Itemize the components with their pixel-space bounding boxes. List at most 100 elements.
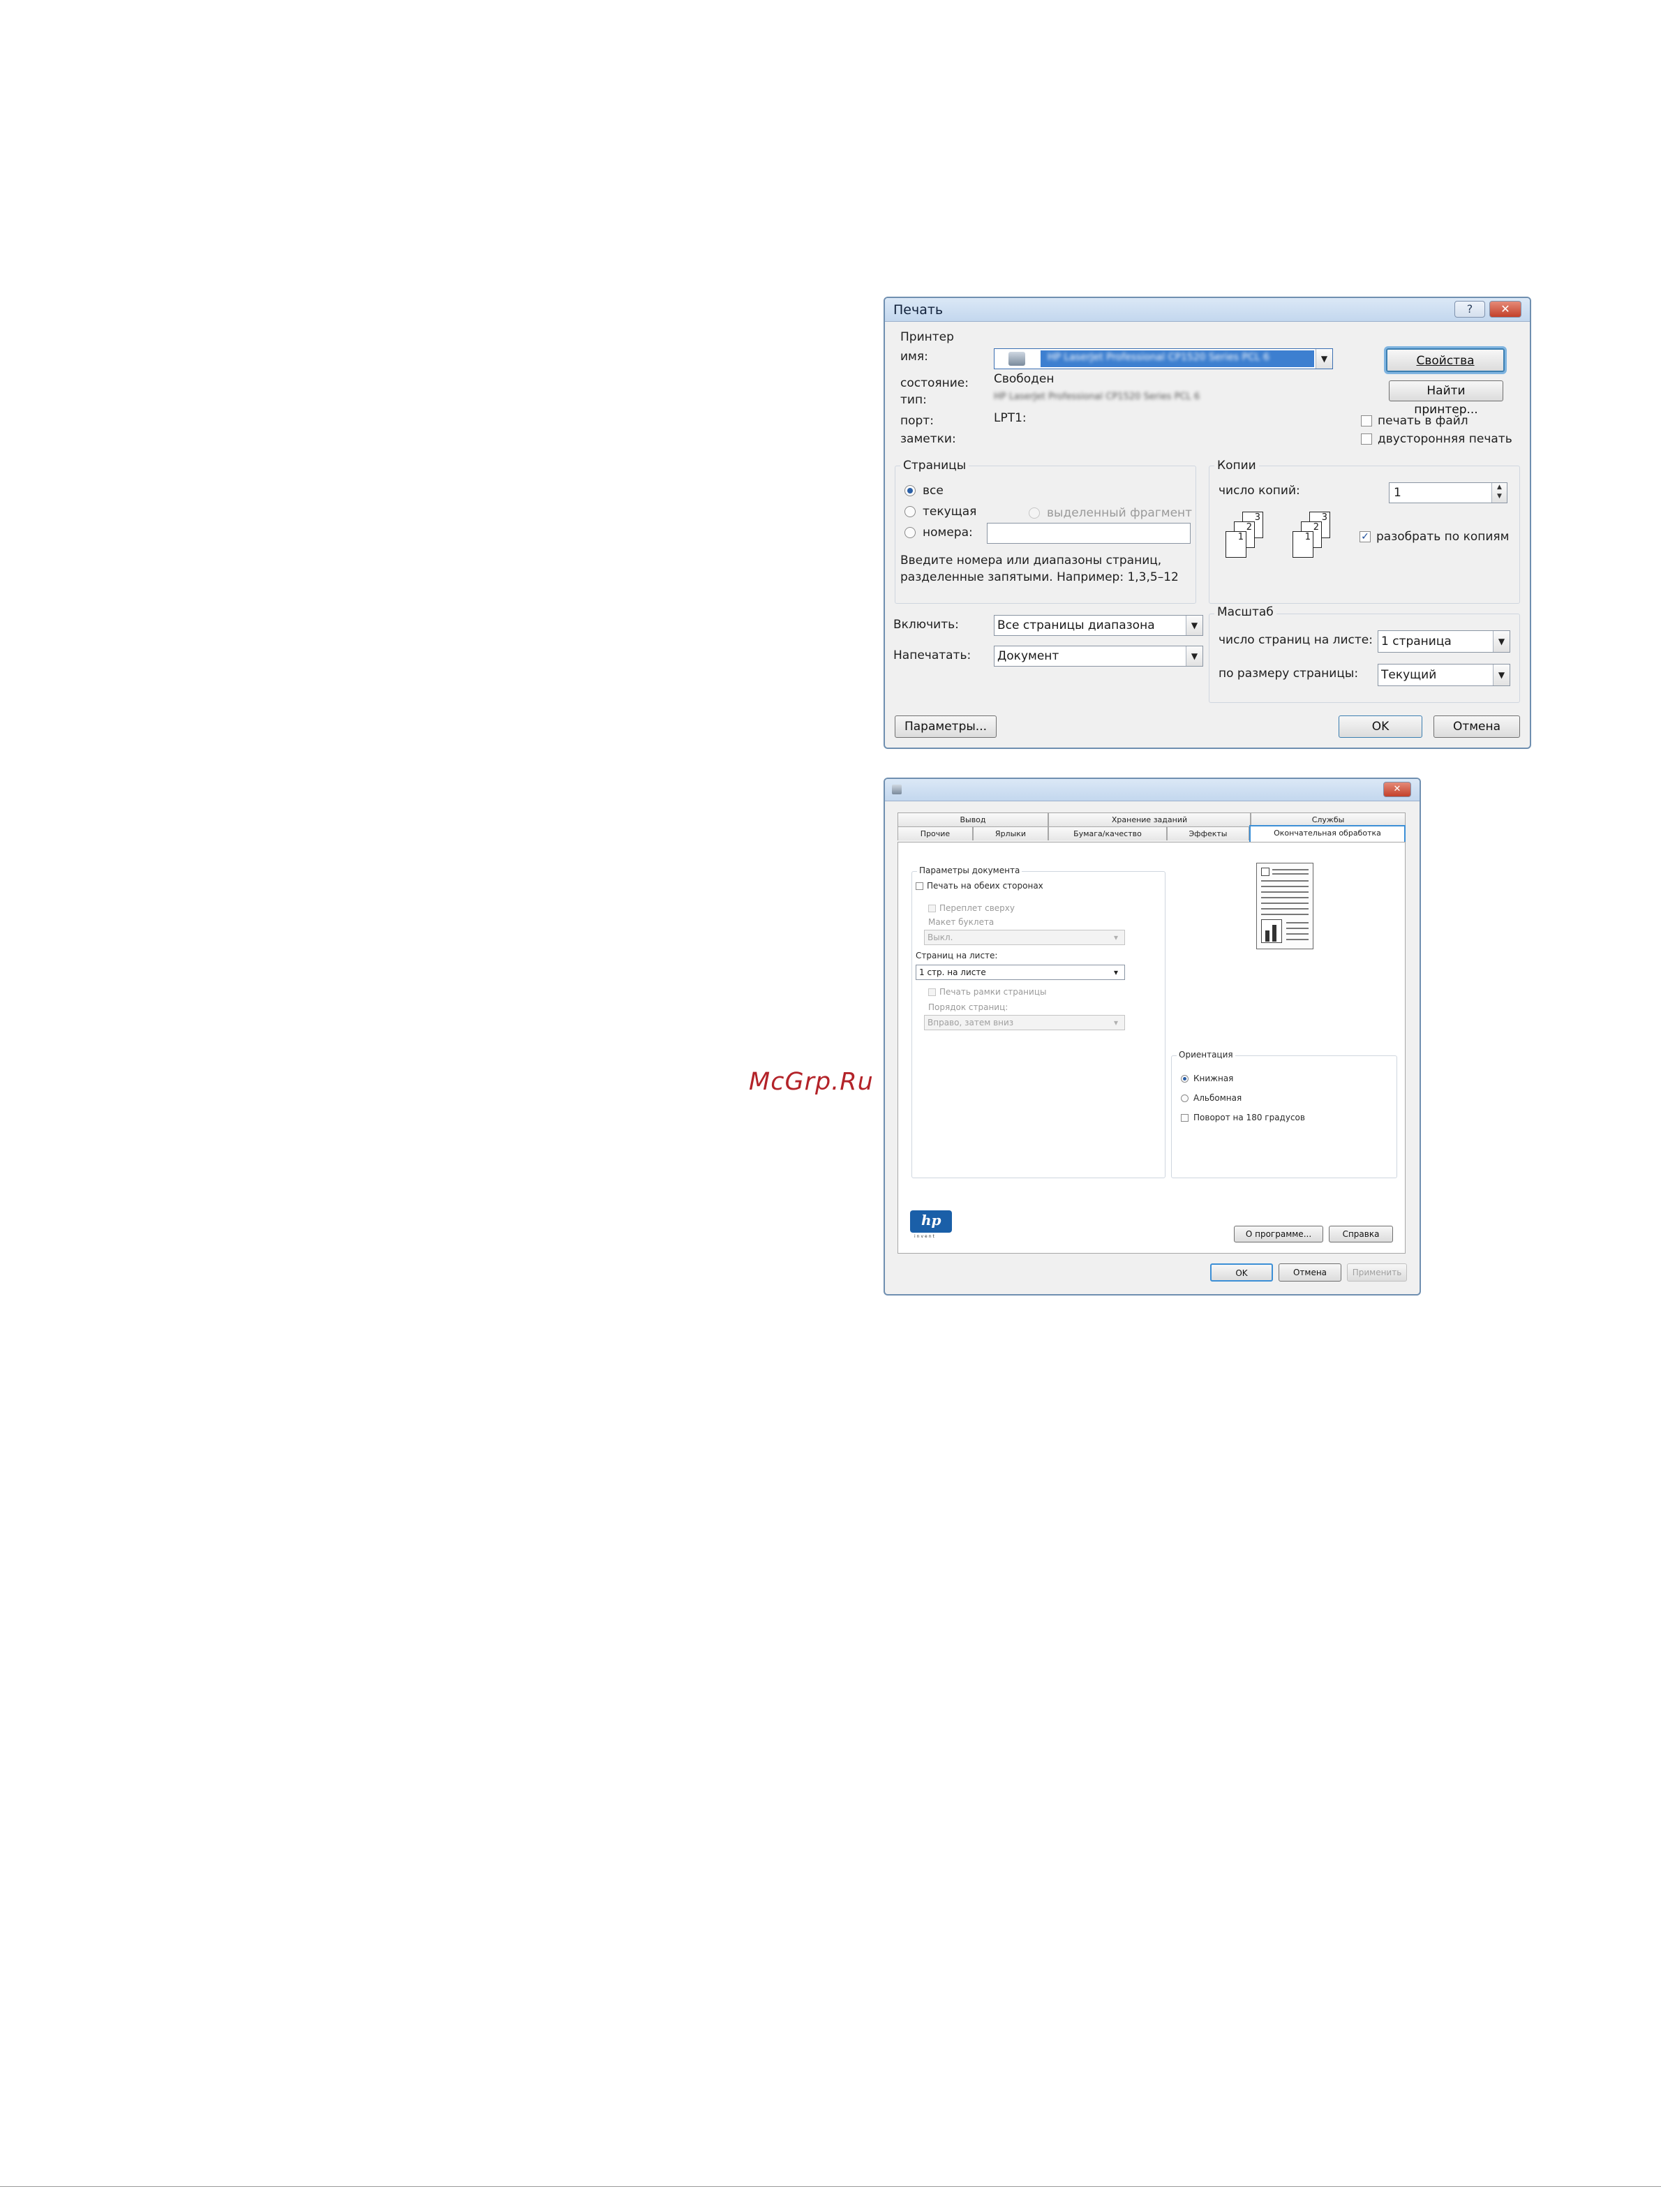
tab-other[interactable]: Прочие	[897, 826, 973, 840]
pages-per-sheet-select[interactable]: 1 стр. на листе ▾	[916, 965, 1125, 980]
selection-label: выделенный фрагмент	[1047, 506, 1193, 520]
copies-value: 1	[1394, 486, 1401, 500]
pages-per-sheet-label: Страниц на листе:	[916, 951, 998, 960]
print-both-sides-label: Печать на обеих сторонах	[927, 881, 1043, 891]
tab-effects[interactable]: Эффекты	[1167, 826, 1249, 840]
printer-icon	[892, 785, 902, 794]
print-to-file-checkbox[interactable]	[1361, 415, 1372, 426]
scale-select[interactable]: Текущий ▼	[1378, 664, 1510, 686]
print-both-sides-checkbox[interactable]	[916, 882, 923, 890]
printer-name-select[interactable]: HP LaserJet Professional CP1520 Series P…	[994, 348, 1333, 369]
document-options-label: Параметры документа	[917, 866, 1022, 875]
tab-output[interactable]: Вывод	[897, 812, 1048, 826]
chevron-down-icon[interactable]: ▾	[1108, 965, 1124, 979]
tab-paper-quality[interactable]: Бумага/качество	[1048, 826, 1167, 840]
about-button[interactable]: О программе...	[1234, 1226, 1323, 1242]
collate-checkbox[interactable]: ✓	[1360, 531, 1371, 542]
properties-button[interactable]: Свойства	[1386, 348, 1505, 372]
include-select[interactable]: Все страницы диапазона ▼	[994, 615, 1203, 636]
tab-finishing[interactable]: Окончательная обработка	[1249, 825, 1406, 842]
selection-radio[interactable]	[1029, 507, 1040, 519]
apply-button[interactable]: Применить	[1347, 1263, 1407, 1282]
current-page-radio[interactable]	[904, 506, 916, 517]
pages-hint-line-2: разделенные запятыми. Например: 1,3,5–12	[900, 570, 1179, 584]
booklet-layout-select[interactable]: Выкл. ▾	[924, 930, 1125, 945]
pages-per-sheet-label: число страниц на листе:	[1219, 633, 1373, 647]
find-printer-button[interactable]: Найти принтер...	[1389, 380, 1503, 417]
current-page-label: текущая	[923, 505, 977, 519]
help-icon[interactable]: ?	[1454, 301, 1485, 318]
copies-input[interactable]: 1 ▲ ▼	[1389, 482, 1507, 503]
watermark-text: McGrp.Ru	[749, 1068, 874, 1096]
pages-per-sheet-value: 1 страница	[1381, 634, 1452, 648]
status-label: состояние:	[900, 376, 969, 390]
pages-hint-line-1: Введите номера или диапазоны страниц,	[900, 554, 1162, 567]
scale-label: по размеру страницы:	[1219, 667, 1359, 681]
print-dialog-title: Печать	[893, 302, 944, 318]
collate-stack-icon-2: 3 2 1	[1286, 512, 1348, 581]
help-button[interactable]: Справка	[1329, 1226, 1393, 1242]
cancel-button[interactable]: Отмена	[1433, 715, 1520, 738]
chevron-down-icon[interactable]: ▾	[1108, 1016, 1124, 1030]
collate-stack-icon: 3 2 1	[1219, 512, 1281, 581]
scale-value: Текущий	[1381, 668, 1437, 682]
pages-per-sheet-select[interactable]: 1 страница ▼	[1378, 630, 1510, 653]
rotate-180-checkbox[interactable]	[1181, 1114, 1189, 1122]
all-pages-label: все	[923, 484, 944, 498]
type-value: HP LaserJet Professional CP1520 Series P…	[994, 392, 1200, 402]
cancel-button[interactable]: Отмена	[1279, 1263, 1341, 1282]
ok-button[interactable]: OK	[1339, 715, 1422, 738]
printer-properties-dialog: ✕ Вывод Хранение заданий Службы Прочие Я…	[884, 778, 1421, 1296]
page-order-select[interactable]: Вправо, затем вниз ▾	[924, 1015, 1125, 1030]
page-numbers-input[interactable]	[987, 523, 1191, 544]
tab-services[interactable]: Службы	[1251, 812, 1406, 826]
landscape-radio[interactable]	[1181, 1094, 1189, 1102]
orientation-label: Ориентация	[1177, 1050, 1235, 1060]
port-value: LPT1:	[994, 411, 1027, 425]
print-page-borders-label: Печать рамки страницы	[939, 987, 1047, 997]
print-dialog: Печать ? ✕ Принтер имя: HP LaserJet Prof…	[884, 297, 1531, 749]
page-numbers-label: номера:	[923, 526, 973, 540]
print-what-label: Напечатать:	[893, 648, 971, 662]
port-label: порт:	[900, 414, 934, 428]
copies-spinner[interactable]: ▲ ▼	[1491, 483, 1507, 503]
close-icon[interactable]: ✕	[1383, 782, 1411, 797]
properties-titlebar: ✕	[885, 779, 1420, 801]
page-preview-icon	[1256, 863, 1313, 949]
portrait-label: Книжная	[1193, 1074, 1234, 1083]
zoom-group	[1209, 614, 1520, 703]
hp-logo: hp invent	[910, 1210, 952, 1241]
chevron-down-icon[interactable]: ▾	[1108, 930, 1124, 944]
pages-per-sheet-value: 1 стр. на листе	[919, 967, 986, 977]
printer-group-label: Принтер	[900, 330, 954, 344]
printer-icon	[1008, 352, 1025, 366]
portrait-radio[interactable]	[1181, 1075, 1189, 1083]
chevron-down-icon[interactable]: ▼	[1186, 646, 1202, 666]
chevron-down-icon[interactable]: ▼	[1316, 349, 1332, 369]
page-numbers-radio[interactable]	[904, 527, 916, 538]
landscape-label: Альбомная	[1193, 1093, 1242, 1103]
print-what-select[interactable]: Документ ▼	[994, 646, 1203, 667]
status-value: Свободен	[994, 372, 1055, 386]
ok-button[interactable]: OK	[1210, 1263, 1273, 1282]
pages-group-label: Страницы	[900, 459, 969, 473]
zoom-group-label: Масштаб	[1214, 605, 1276, 619]
tab-shortcuts[interactable]: Ярлыки	[973, 826, 1048, 840]
printer-name-value: HP LaserJet Professional CP1520 Series P…	[1048, 352, 1269, 363]
print-page-borders-checkbox[interactable]	[928, 988, 936, 996]
chevron-down-icon[interactable]: ▼	[1493, 665, 1510, 685]
type-label: тип:	[900, 393, 927, 407]
chevron-down-icon[interactable]: ▼	[1493, 631, 1510, 652]
options-button[interactable]: Параметры...	[895, 715, 997, 738]
flip-pages-up-label: Переплет сверху	[939, 903, 1015, 913]
flip-pages-up-checkbox[interactable]	[928, 905, 936, 912]
all-pages-radio[interactable]	[904, 485, 916, 496]
collate-label: разобрать по копиям	[1376, 530, 1510, 544]
chevron-down-icon[interactable]: ▼	[1186, 616, 1202, 635]
print-dialog-titlebar: Печать ? ✕	[885, 298, 1530, 322]
print-what-value: Документ	[997, 649, 1059, 663]
print-to-file-label: печать в файл	[1378, 414, 1468, 428]
close-icon[interactable]: ✕	[1489, 301, 1521, 318]
tab-job-storage[interactable]: Хранение заданий	[1048, 812, 1251, 826]
duplex-checkbox[interactable]	[1361, 433, 1372, 445]
